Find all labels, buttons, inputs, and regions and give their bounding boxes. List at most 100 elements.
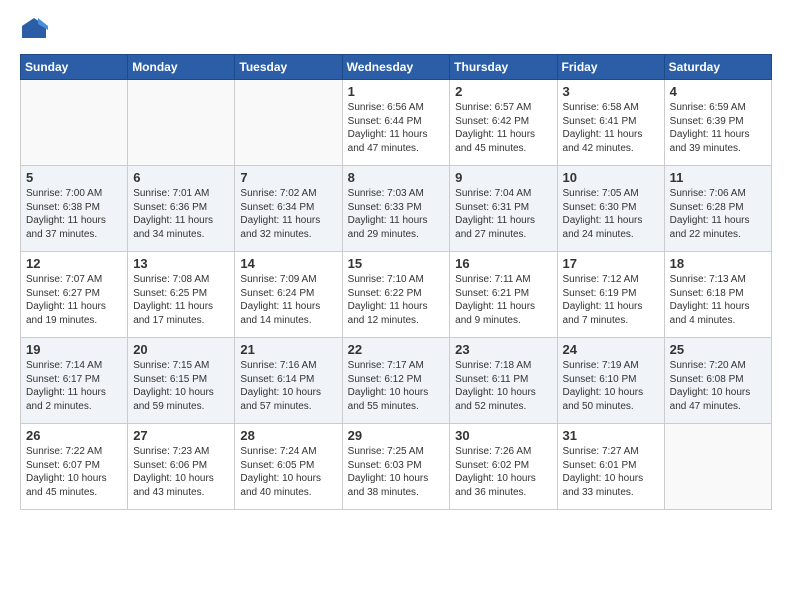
cell-text: Sunrise: 7:09 AMSunset: 6:24 PMDaylight:…: [240, 273, 336, 327]
day-number: 20: [133, 342, 229, 357]
calendar-table: SundayMondayTuesdayWednesdayThursdayFrid…: [20, 54, 772, 510]
calendar-cell: [21, 80, 128, 166]
calendar-cell: [235, 80, 342, 166]
calendar-cell: 9 Sunrise: 7:04 AMSunset: 6:31 PMDaylight…: [450, 166, 557, 252]
calendar-cell: 19 Sunrise: 7:14 AMSunset: 6:17 PMDayligh…: [21, 338, 128, 424]
calendar-cell: [664, 424, 771, 510]
calendar-cell: 26 Sunrise: 7:22 AMSunset: 6:07 PMDayligh…: [21, 424, 128, 510]
cell-text: Sunrise: 7:14 AMSunset: 6:17 PMDaylight:…: [26, 359, 122, 413]
calendar-cell: 8Sunrise: 7:03 AMSunset: 6:33 PMDaylight…: [342, 166, 450, 252]
day-number: 10: [563, 170, 659, 185]
calendar-header-row: SundayMondayTuesdayWednesdayThursdayFrid…: [21, 55, 772, 80]
calendar-cell: 27Sunrise: 7:23 AMSunset: 6:06 PMDayligh…: [128, 424, 235, 510]
cell-text: Sunrise: 7:05 AMSunset: 6:30 PMDaylight:…: [563, 187, 659, 241]
cell-text: Sunrise: 7:04 AMSunset: 6:31 PMDaylight:…: [455, 187, 551, 241]
calendar-header-sunday: Sunday: [21, 55, 128, 80]
day-number: 18: [670, 256, 766, 271]
cell-text: Sunrise: 6:59 AMSunset: 6:39 PMDaylight:…: [670, 101, 766, 155]
day-number: 19: [26, 342, 122, 357]
cell-text: Sunrise: 7:11 AMSunset: 6:21 PMDaylight:…: [455, 273, 551, 327]
calendar-cell: 20 Sunrise: 7:15 AMSunset: 6:15 PMDayligh…: [128, 338, 235, 424]
day-number: 16: [455, 256, 551, 271]
day-number: 31: [563, 428, 659, 443]
cell-text: Sunrise: 7:01 AMSunset: 6:36 PMDaylight:…: [133, 187, 229, 241]
cell-text: Sunrise: 7:06 AMSunset: 6:28 PMDaylight:…: [670, 187, 766, 241]
day-number: 23: [455, 342, 551, 357]
header: [20, 16, 772, 44]
day-number: 9: [455, 170, 551, 185]
calendar-header-monday: Monday: [128, 55, 235, 80]
cell-text: Sunrise: 7:16 AMSunset: 6:14 PMDaylight:…: [240, 359, 336, 413]
calendar-cell: 31 Sunrise: 7:27 AMSunset: 6:01 PMDayligh…: [557, 424, 664, 510]
day-number: 3: [563, 84, 659, 99]
calendar-cell: 22Sunrise: 7:17 AMSunset: 6:12 PMDayligh…: [342, 338, 450, 424]
calendar-header-wednesday: Wednesday: [342, 55, 450, 80]
cell-text: Sunrise: 6:57 AMSunset: 6:42 PMDaylight:…: [455, 101, 551, 155]
day-number: 8: [348, 170, 445, 185]
day-number: 13: [133, 256, 229, 271]
calendar-week-4: 19 Sunrise: 7:14 AMSunset: 6:17 PMDayligh…: [21, 338, 772, 424]
day-number: 14: [240, 256, 336, 271]
day-number: 25: [670, 342, 766, 357]
day-number: 12: [26, 256, 122, 271]
day-number: 22: [348, 342, 445, 357]
day-number: 6: [133, 170, 229, 185]
calendar-cell: 25 Sunrise: 7:20 AMSunset: 6:08 PMDayligh…: [664, 338, 771, 424]
logo-icon: [20, 16, 48, 44]
page: SundayMondayTuesdayWednesdayThursdayFrid…: [0, 0, 792, 612]
day-number: 11: [670, 170, 766, 185]
day-number: 21: [240, 342, 336, 357]
day-number: 7: [240, 170, 336, 185]
calendar-header-saturday: Saturday: [664, 55, 771, 80]
day-number: 15: [348, 256, 445, 271]
calendar-cell: 21 Sunrise: 7:16 AMSunset: 6:14 PMDayligh…: [235, 338, 342, 424]
calendar-cell: 6 Sunrise: 7:01 AMSunset: 6:36 PMDaylight…: [128, 166, 235, 252]
day-number: 26: [26, 428, 122, 443]
cell-text: Sunrise: 7:15 AMSunset: 6:15 PMDaylight:…: [133, 359, 229, 413]
calendar-cell: 4 Sunrise: 6:59 AMSunset: 6:39 PMDaylight…: [664, 80, 771, 166]
day-number: 29: [348, 428, 445, 443]
calendar-header-thursday: Thursday: [450, 55, 557, 80]
day-number: 28: [240, 428, 336, 443]
calendar-cell: 18 Sunrise: 7:13 AMSunset: 6:18 PMDayligh…: [664, 252, 771, 338]
calendar-header-friday: Friday: [557, 55, 664, 80]
cell-text: Sunrise: 7:26 AMSunset: 6:02 PMDaylight:…: [455, 445, 551, 499]
cell-text: Sunrise: 7:20 AMSunset: 6:08 PMDaylight:…: [670, 359, 766, 413]
cell-text: Sunrise: 6:58 AMSunset: 6:41 PMDaylight:…: [563, 101, 659, 155]
calendar-cell: 14 Sunrise: 7:09 AMSunset: 6:24 PMDayligh…: [235, 252, 342, 338]
cell-text: Sunrise: 7:00 AMSunset: 6:38 PMDaylight:…: [26, 187, 122, 241]
cell-text: Sunrise: 7:18 AMSunset: 6:11 PMDaylight:…: [455, 359, 551, 413]
cell-text: Sunrise: 7:27 AMSunset: 6:01 PMDaylight:…: [563, 445, 659, 499]
calendar-cell: 29Sunrise: 7:25 AMSunset: 6:03 PMDayligh…: [342, 424, 450, 510]
calendar-cell: 13 Sunrise: 7:08 AMSunset: 6:25 PMDayligh…: [128, 252, 235, 338]
day-number: 24: [563, 342, 659, 357]
day-number: 17: [563, 256, 659, 271]
cell-text: Sunrise: 7:08 AMSunset: 6:25 PMDaylight:…: [133, 273, 229, 327]
cell-text: Sunrise: 7:12 AMSunset: 6:19 PMDaylight:…: [563, 273, 659, 327]
calendar-cell: 5 Sunrise: 7:00 AMSunset: 6:38 PMDaylight…: [21, 166, 128, 252]
calendar-cell: 3 Sunrise: 6:58 AMSunset: 6:41 PMDaylight…: [557, 80, 664, 166]
calendar-header-tuesday: Tuesday: [235, 55, 342, 80]
day-number: 30: [455, 428, 551, 443]
day-number: 1: [348, 84, 445, 99]
calendar-cell: 10 Sunrise: 7:05 AMSunset: 6:30 PMDayligh…: [557, 166, 664, 252]
cell-text: Sunrise: 7:23 AMSunset: 6:06 PMDaylight:…: [133, 445, 229, 499]
calendar-cell: 28Sunrise: 7:24 AMSunset: 6:05 PMDayligh…: [235, 424, 342, 510]
day-number: 4: [670, 84, 766, 99]
calendar-week-1: 1Sunrise: 6:56 AMSunset: 6:44 PMDaylight…: [21, 80, 772, 166]
cell-text: Sunrise: 7:02 AMSunset: 6:34 PMDaylight:…: [240, 187, 336, 241]
cell-text: Sunrise: 7:19 AMSunset: 6:10 PMDaylight:…: [563, 359, 659, 413]
calendar-cell: 24 Sunrise: 7:19 AMSunset: 6:10 PMDayligh…: [557, 338, 664, 424]
calendar-cell: 11 Sunrise: 7:06 AMSunset: 6:28 PMDayligh…: [664, 166, 771, 252]
cell-text: Sunrise: 7:07 AMSunset: 6:27 PMDaylight:…: [26, 273, 122, 327]
day-number: 5: [26, 170, 122, 185]
calendar-cell: 2 Sunrise: 6:57 AMSunset: 6:42 PMDaylight…: [450, 80, 557, 166]
calendar-cell: 30 Sunrise: 7:26 AMSunset: 6:02 PMDayligh…: [450, 424, 557, 510]
calendar-week-3: 12 Sunrise: 7:07 AMSunset: 6:27 PMDayligh…: [21, 252, 772, 338]
calendar-week-2: 5 Sunrise: 7:00 AMSunset: 6:38 PMDaylight…: [21, 166, 772, 252]
cell-text: Sunrise: 7:13 AMSunset: 6:18 PMDaylight:…: [670, 273, 766, 327]
calendar-cell: 15Sunrise: 7:10 AMSunset: 6:22 PMDayligh…: [342, 252, 450, 338]
day-number: 2: [455, 84, 551, 99]
logo: [20, 16, 52, 44]
cell-text: Sunrise: 7:22 AMSunset: 6:07 PMDaylight:…: [26, 445, 122, 499]
